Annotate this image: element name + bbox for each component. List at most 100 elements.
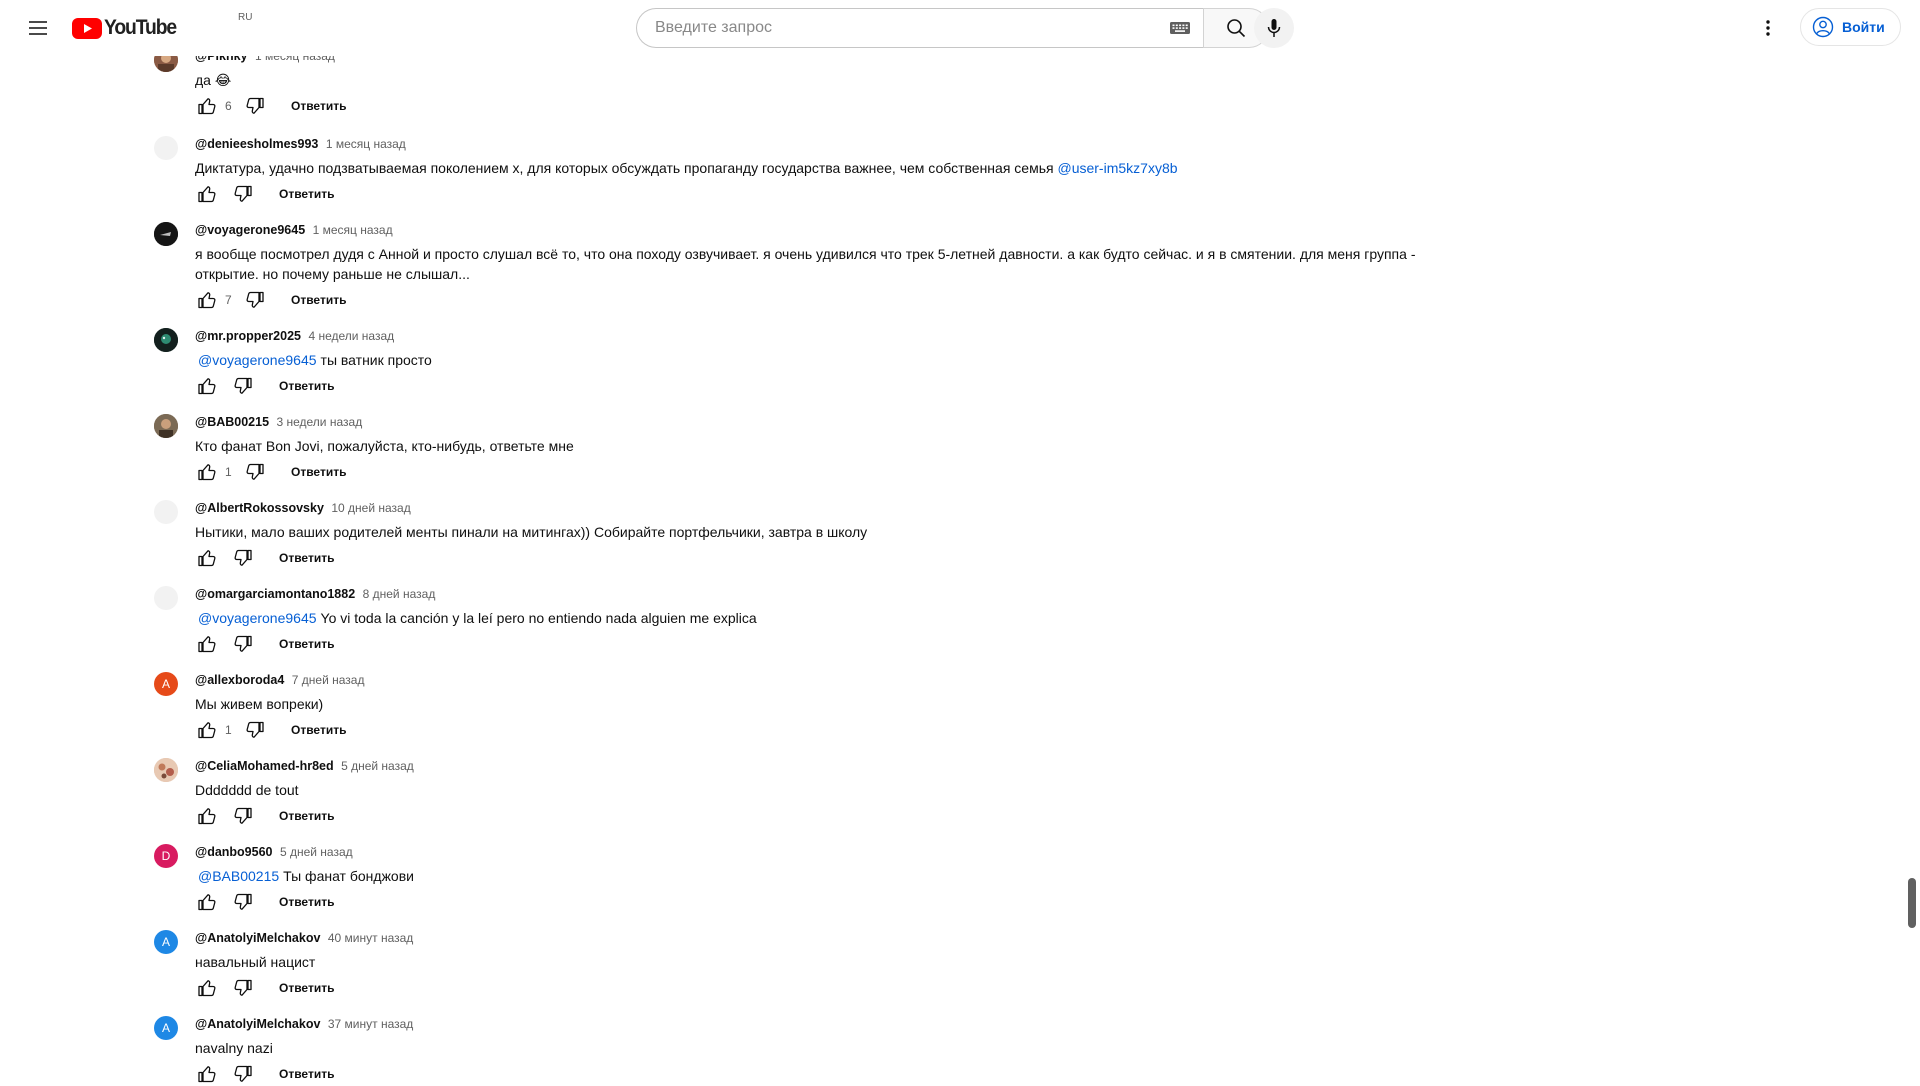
comment-time[interactable]: 5 дней назад xyxy=(341,759,414,773)
search-box xyxy=(636,8,1203,48)
like-button[interactable] xyxy=(195,374,219,398)
like-button[interactable] xyxy=(195,546,219,570)
thumbs-up-icon xyxy=(198,98,216,115)
reply-button[interactable]: Ответить xyxy=(281,289,356,311)
mention-link[interactable]: @voyagerone9645 xyxy=(198,610,317,626)
comment-author[interactable]: @allexboroda4 xyxy=(195,673,284,687)
comment-time[interactable]: 10 дней назад xyxy=(331,501,410,515)
comment-author[interactable]: @BAB00215 xyxy=(195,415,269,429)
reply-button[interactable]: Ответить xyxy=(269,633,344,655)
dislike-button[interactable] xyxy=(243,288,267,312)
avatar[interactable] xyxy=(154,414,178,438)
search-input[interactable] xyxy=(653,18,1169,38)
page-scrollbar-thumb[interactable] xyxy=(1908,878,1916,928)
comment-author[interactable]: @voyagerone9645 xyxy=(195,223,305,237)
avatar[interactable]: A xyxy=(154,930,178,954)
mention-link[interactable]: @user-im5kz7xy8b xyxy=(1057,160,1177,176)
reply-button[interactable]: Ответить xyxy=(269,183,344,205)
comment-author[interactable]: @mr.propper2025 xyxy=(195,329,301,343)
comment-author[interactable]: @AnatolyiMelchakov xyxy=(195,931,320,945)
like-button[interactable] xyxy=(195,890,219,914)
dislike-button[interactable] xyxy=(243,460,267,484)
dislike-button[interactable] xyxy=(231,546,255,570)
comment-time[interactable]: 37 минут назад xyxy=(328,1017,413,1031)
dislike-button[interactable] xyxy=(231,374,255,398)
dislike-button[interactable] xyxy=(231,890,255,914)
avatar[interactable]: A xyxy=(154,672,178,696)
comment-author[interactable]: @omargarciamontano1882 xyxy=(195,587,355,601)
comment-time[interactable]: 40 минут назад xyxy=(328,931,413,945)
like-button[interactable] xyxy=(195,1062,219,1086)
comment-author[interactable]: @AlbertRokossovsky xyxy=(195,501,324,515)
avatar[interactable] xyxy=(154,758,178,782)
comment-time[interactable]: 1 месяц назад xyxy=(313,223,393,237)
comment-time[interactable]: 3 недели назад xyxy=(276,415,362,429)
reply-button[interactable]: Ответить xyxy=(269,1063,344,1085)
like-button[interactable] xyxy=(195,288,219,312)
avatar[interactable] xyxy=(154,500,178,524)
comment-body: @danbo9560 5 дней назад @BAB00215 Ты фана… xyxy=(195,844,1385,886)
dislike-button[interactable] xyxy=(231,976,255,1000)
comment-text-content: Yo vi toda la canción y la leí pero no e… xyxy=(320,610,757,626)
avatar[interactable] xyxy=(154,136,178,160)
dislike-button[interactable] xyxy=(231,1062,255,1086)
like-button[interactable] xyxy=(195,94,219,118)
dislike-button[interactable] xyxy=(231,804,255,828)
thumbs-down-icon xyxy=(234,185,252,202)
reply-button[interactable]: Ответить xyxy=(269,891,344,913)
reply-button[interactable]: Ответить xyxy=(269,977,344,999)
comment-actions: 1 Ответить xyxy=(195,460,356,484)
like-button[interactable] xyxy=(195,460,219,484)
reply-button[interactable]: Ответить xyxy=(269,805,344,827)
dislike-button[interactable] xyxy=(231,632,255,656)
thumbs-down-icon xyxy=(234,1065,252,1082)
comment-time[interactable]: 4 недели назад xyxy=(308,329,394,343)
reply-button[interactable]: Ответить xyxy=(269,375,344,397)
avatar[interactable] xyxy=(154,328,178,352)
hamburger-menu-icon xyxy=(29,21,47,35)
avatar-photo-icon xyxy=(154,758,178,782)
like-count: 1 xyxy=(225,465,232,479)
comment-time[interactable]: 7 дней назад xyxy=(292,673,365,687)
avatar[interactable]: A xyxy=(154,1016,178,1040)
comment-text: Нытики, мало ваших родителей менты пинал… xyxy=(195,524,868,540)
reply-button[interactable]: Ответить xyxy=(281,95,356,117)
guide-menu-button[interactable] xyxy=(18,8,58,48)
comment-author[interactable]: @CeliaMohamed-hr8ed xyxy=(195,759,334,773)
logo-wordmark: YouTube xyxy=(104,16,177,39)
mention-link[interactable]: @voyagerone9645 xyxy=(198,352,317,368)
reply-button[interactable]: Ответить xyxy=(281,461,356,483)
voice-search-button[interactable] xyxy=(1254,8,1294,48)
comment-time[interactable]: 8 дней назад xyxy=(363,587,436,601)
sign-in-button[interactable]: Войти xyxy=(1800,8,1901,46)
mention-link[interactable]: @BAB00215 xyxy=(198,868,279,884)
comment-body: @omargarciamontano1882 8 дней назад @voy… xyxy=(195,586,1385,628)
keyboard-icon[interactable] xyxy=(1169,20,1191,36)
reply-button[interactable]: Ответить xyxy=(269,547,344,569)
like-button[interactable] xyxy=(195,632,219,656)
comment-author[interactable]: @denieesholmes993 xyxy=(195,137,318,151)
avatar[interactable]: D xyxy=(154,844,178,868)
comment-author[interactable]: @danbo9560 xyxy=(195,845,273,859)
like-button[interactable] xyxy=(195,182,219,206)
comment-author[interactable]: @AnatolyiMelchakov xyxy=(195,1017,320,1031)
youtube-logo[interactable]: YouTube RU xyxy=(72,12,252,40)
thumbs-down-icon xyxy=(234,377,252,394)
dislike-button[interactable] xyxy=(243,94,267,118)
search-icon xyxy=(1227,19,1246,38)
comment-time[interactable]: 1 месяц назад xyxy=(326,137,406,151)
like-button[interactable] xyxy=(195,804,219,828)
dislike-button[interactable] xyxy=(231,182,255,206)
like-button[interactable] xyxy=(195,718,219,742)
thumbs-up-icon xyxy=(198,292,216,309)
like-button[interactable] xyxy=(195,976,219,1000)
settings-more-button[interactable] xyxy=(1748,8,1788,48)
dislike-button[interactable] xyxy=(243,718,267,742)
comment-actions: Ответить xyxy=(195,632,344,656)
comment-time[interactable]: 5 дней назад xyxy=(280,845,353,859)
thumbs-up-icon xyxy=(198,980,216,997)
avatar[interactable] xyxy=(154,586,178,610)
reply-button[interactable]: Ответить xyxy=(281,719,356,741)
avatar[interactable] xyxy=(154,222,178,246)
comment-body: @AnatolyiMelchakov 40 минут назад наваль… xyxy=(195,930,1385,972)
